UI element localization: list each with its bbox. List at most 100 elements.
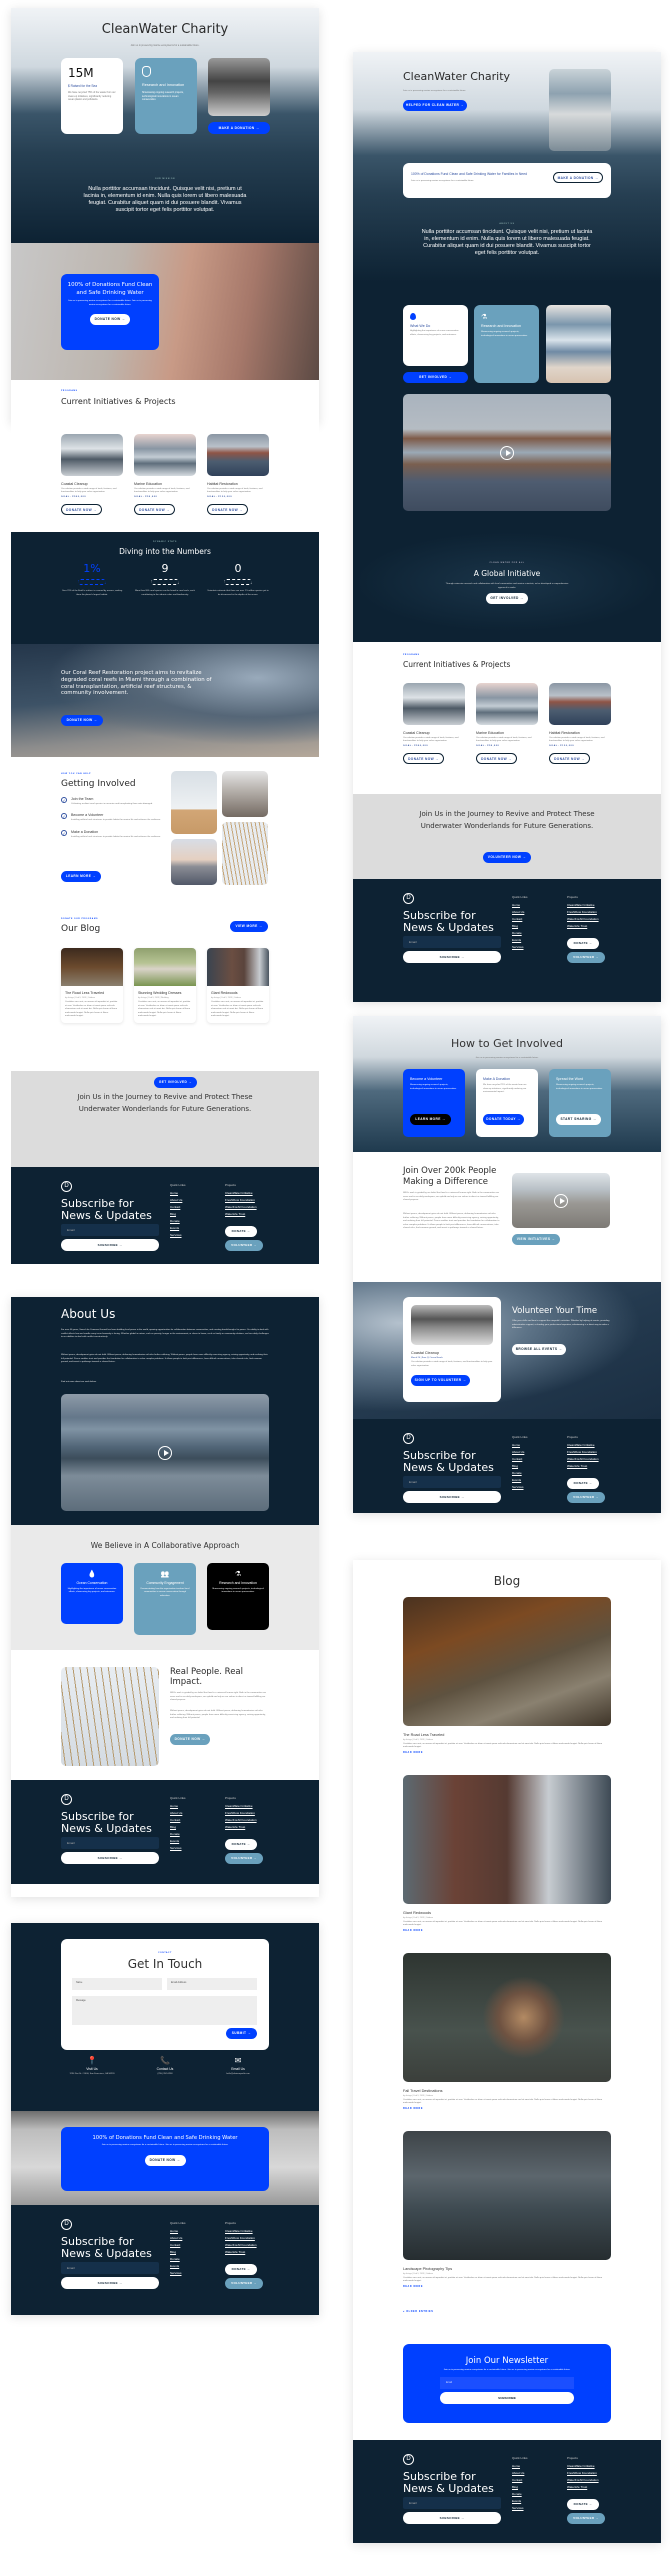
video-coast[interactable] <box>403 394 611 511</box>
program-donate-button[interactable]: Donate Now → <box>403 752 444 764</box>
name-field[interactable]: Name <box>72 1978 162 1990</box>
blog-card[interactable]: Giant Redwoods by divisgn | Feb 9, 2018 … <box>207 948 269 1023</box>
divi-logo-icon[interactable]: D <box>61 2219 72 2230</box>
project-link[interactable]: WaterLife Trust <box>567 2485 599 2489</box>
footer-volunteer-button[interactable]: Volunteer → <box>225 2278 263 2289</box>
footer-link[interactable]: Blog <box>170 1212 186 1216</box>
footer-email-input[interactable]: Email <box>403 936 501 948</box>
footer-link[interactable]: Contact <box>512 1457 528 1461</box>
footer-subscribe-button[interactable]: Subscribe → <box>403 951 501 963</box>
blog-card-title[interactable]: The Road Less Traveled <box>65 991 119 995</box>
project-link[interactable]: WaterLife Trust <box>225 1212 257 1216</box>
footer-link[interactable]: Home <box>512 2464 528 2468</box>
what-get-involved-button[interactable]: Get Involved → <box>403 372 468 383</box>
project-link[interactable]: FreshFlow Foundation <box>225 1198 257 1202</box>
footer-donate-button[interactable]: Donate → <box>567 938 599 949</box>
footer-email-input[interactable]: Email <box>61 2262 159 2274</box>
footer-link[interactable]: Contact <box>170 2243 186 2247</box>
browse-events-button[interactable]: Browse All Events → <box>512 1344 566 1355</box>
footer-link[interactable]: Home <box>170 1804 186 1808</box>
involved-card-button[interactable]: Donate Today → <box>483 1114 524 1125</box>
project-link[interactable]: WaterForAll Foundation <box>225 2243 257 2247</box>
footer-subscribe-button[interactable]: Subscribe → <box>61 2277 159 2289</box>
footer-link[interactable]: Home <box>170 2229 186 2233</box>
footer-link[interactable]: Donate <box>170 2257 186 2261</box>
learn-more-button[interactable]: Learn More → <box>61 871 101 882</box>
divi-logo-icon[interactable]: D <box>403 893 414 904</box>
footer-email-input[interactable]: Email <box>61 1837 159 1849</box>
play-icon[interactable] <box>500 445 514 460</box>
program-donate-button[interactable]: Donate Now → <box>549 752 590 764</box>
footer-link[interactable]: Blog <box>512 1464 528 1468</box>
footer-link[interactable]: Events <box>170 1839 186 1843</box>
footer-link[interactable]: Events <box>170 1226 186 1230</box>
blog-post-image[interactable] <box>403 1597 611 1726</box>
surfer-video[interactable] <box>61 1394 269 1511</box>
volunteer-now-button[interactable]: Volunteer Now → <box>483 852 531 863</box>
project-link[interactable]: WaterForAll Foundation <box>567 2478 599 2482</box>
coral-donate-button[interactable]: Donate Now → <box>61 715 103 726</box>
footer-link[interactable]: About Us <box>170 1198 186 1202</box>
footer-link[interactable]: Donate <box>170 1219 186 1223</box>
play-icon[interactable] <box>554 1193 568 1208</box>
project-link[interactable]: WaterLife Trust <box>567 1464 599 1468</box>
project-link[interactable]: CleanWater Initiative <box>225 2229 257 2233</box>
footer-subscribe-button[interactable]: Subscribe → <box>61 1239 159 1251</box>
blog-card-title[interactable]: Giant Redwoods <box>211 991 265 995</box>
project-link[interactable]: CleanWater Initiative <box>567 1443 599 1447</box>
blog-post-title[interactable]: Landscape Photography Tips <box>403 2267 611 2271</box>
footer-link[interactable]: Contact <box>512 2478 528 2482</box>
blog-card-title[interactable]: Stunning Wedding Dresses <box>138 991 192 995</box>
footer-link[interactable]: Donate <box>170 1832 186 1836</box>
sign-up-volunteer-button[interactable]: Sign Up to Volunteer → <box>411 1375 470 1387</box>
blog-card[interactable]: The Road Less Traveled by divisgn | Feb … <box>61 948 123 1023</box>
footer-email-input[interactable]: Email <box>403 1476 501 1488</box>
project-link[interactable]: WaterForAll Foundation <box>567 917 599 921</box>
project-link[interactable]: CleanWater Initiative <box>567 2464 599 2468</box>
project-link[interactable]: CleanWater Initiative <box>225 1191 257 1195</box>
footer-link[interactable]: Services <box>170 2271 186 2275</box>
footer-link[interactable]: Home <box>512 903 528 907</box>
footer-volunteer-button[interactable]: Volunteer → <box>567 1492 605 1503</box>
newsletter-email[interactable]: Email <box>440 2376 574 2389</box>
project-link[interactable]: FreshFlow Foundation <box>567 1450 599 1454</box>
footer-link[interactable]: Contact <box>170 1818 186 1822</box>
footer-link[interactable]: Home <box>512 1443 528 1447</box>
newsletter-subscribe[interactable]: Subscribe <box>440 2391 574 2404</box>
footer-donate-button[interactable]: Donate → <box>567 2499 599 2510</box>
footer-subscribe-button[interactable]: Subscribe → <box>403 2512 501 2524</box>
footer-donate-button[interactable]: Donate → <box>225 1839 257 1850</box>
footer-email-input[interactable]: Email <box>403 2497 501 2509</box>
footer-link[interactable]: Services <box>512 1485 528 1489</box>
footer-link[interactable]: Blog <box>170 2250 186 2254</box>
footer-volunteer-button[interactable]: Volunteer → <box>225 1853 263 1864</box>
footer-link[interactable]: Services <box>512 945 528 949</box>
email-field[interactable]: Email Address <box>167 1978 257 1990</box>
footer-link[interactable]: Services <box>170 1233 186 1237</box>
footer-link[interactable]: Blog <box>512 2485 528 2489</box>
footer-volunteer-button[interactable]: Volunteer → <box>567 2513 605 2524</box>
project-link[interactable]: FreshFlow Foundation <box>225 2236 257 2240</box>
older-entries-link[interactable]: « Older Entries <box>403 2310 433 2313</box>
contact-donate-button[interactable]: Donate Now → <box>144 2154 186 2166</box>
footer-email-input[interactable]: Email <box>61 1224 159 1236</box>
involved-card-button[interactable]: Learn More → <box>410 1114 451 1125</box>
footer-volunteer-button[interactable]: Volunteer → <box>225 1240 263 1251</box>
divi-logo-icon[interactable]: D <box>61 1794 72 1805</box>
footer-link[interactable]: Blog <box>512 924 528 928</box>
project-link[interactable]: WaterLife Trust <box>225 2250 257 2254</box>
view-initiatives-button[interactable]: View Initiatives → <box>512 1234 560 1245</box>
donate-now-button[interactable]: Donate Now → <box>90 314 130 326</box>
get-involved-button[interactable]: Get Involved → <box>154 1077 197 1088</box>
play-icon[interactable] <box>158 1445 172 1460</box>
read-more-link[interactable]: Read More <box>403 2285 611 2288</box>
footer-link[interactable]: Events <box>512 1478 528 1482</box>
blog-card[interactable]: Stunning Wedding Dresses by divisgn | Fe… <box>134 948 196 1023</box>
footer-link[interactable]: Home <box>170 1191 186 1195</box>
blog-post-image[interactable] <box>403 1953 611 2082</box>
global-get-involved-button[interactable]: Get Involved → <box>486 593 528 604</box>
blog-post-title[interactable]: Giant Redwoods <box>403 1911 611 1915</box>
banner-make-donation-button[interactable]: Make a Donation → <box>553 172 603 183</box>
footer-link[interactable]: About Us <box>170 1811 186 1815</box>
footer-link[interactable]: Donate <box>512 2492 528 2496</box>
